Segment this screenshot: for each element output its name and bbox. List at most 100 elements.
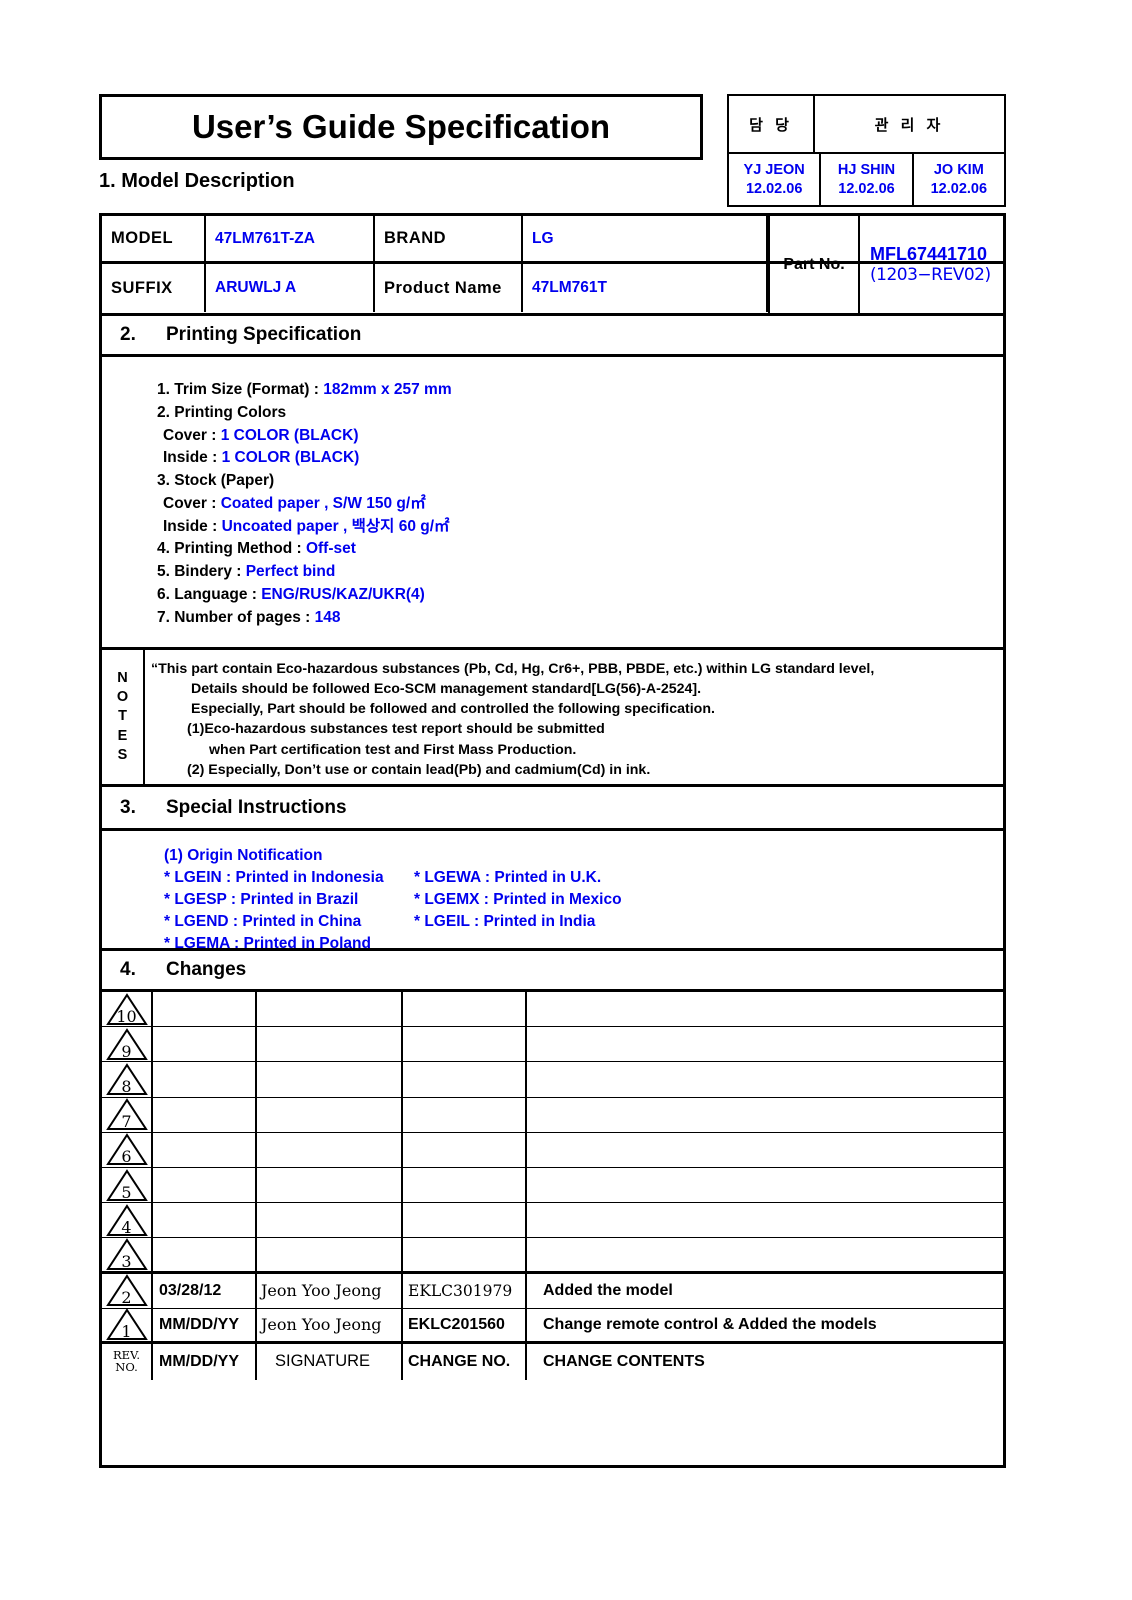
- change-signature: Jeon Yoo Jeong: [257, 1273, 403, 1308]
- table-row: 7: [102, 1097, 1003, 1133]
- brand-value: LG: [532, 229, 554, 247]
- section-2-bar: 2. Printing Specification: [102, 313, 1003, 357]
- origin-right: * LGEIL : Printed in India: [414, 913, 596, 930]
- origin-left: * LGEND : Printed in China: [164, 913, 362, 930]
- change-contents: [527, 1062, 1003, 1096]
- change-contents: [527, 1238, 1003, 1270]
- revision-marker-cell: 7: [102, 1097, 153, 1132]
- change-signature: [257, 1027, 403, 1062]
- change-number: EKLC201560: [403, 1308, 527, 1341]
- notes-line-1: Details should be followed Eco-SCM manag…: [191, 681, 702, 698]
- header-date: MM/DD/YY: [153, 1343, 257, 1380]
- spec-item-1: 2. Printing Colors: [157, 402, 1003, 425]
- revision-number: 7: [121, 1112, 132, 1132]
- product-name-value: 47LM761T: [532, 279, 607, 296]
- revision-number: 3: [121, 1251, 132, 1271]
- model-label-cell: MODEL: [102, 216, 206, 261]
- spec-item-4: 3. Stock (Paper): [157, 470, 1003, 493]
- change-number: [403, 1238, 527, 1271]
- change-contents: Added the model: [543, 1281, 673, 1299]
- origin-row-0: * LGEIN : Printed in Indonesia * LGEWA :…: [164, 867, 1003, 889]
- revision-number: 4: [121, 1217, 132, 1237]
- document-title-box: User’s Guide Specification: [99, 94, 703, 160]
- section-4-heading: Changes: [166, 959, 247, 980]
- change-date: [153, 1167, 257, 1203]
- origin-notification-subheading: (1) Origin Notification: [164, 847, 323, 864]
- section-2-number: 2.: [120, 324, 136, 345]
- revision-triangle-icon: 9: [105, 1027, 148, 1061]
- change-contents: [527, 1027, 1003, 1061]
- section-3-heading: Special Instructions: [166, 796, 347, 818]
- spec-key: 4. Printing Method :: [157, 540, 306, 558]
- spec-value: Uncoated paper , 백상지 60 g/㎡: [221, 517, 450, 535]
- signer-date: 12.02.06: [930, 180, 988, 197]
- spec-key: 7. Number of pages :: [157, 608, 315, 626]
- notes-block: N O T E S “This part contain Eco-hazardo…: [102, 647, 1003, 787]
- special-instructions-body: (1) Origin Notification * LGEIN : Printe…: [102, 831, 1003, 952]
- revision-number: 1: [121, 1322, 132, 1342]
- change-signature: [257, 1238, 403, 1271]
- change-contents: [527, 1203, 1003, 1237]
- spec-value: Coated paper , S/W 150 g/㎡: [220, 494, 426, 512]
- notes-body: “This part contain Eco-hazardous substan…: [145, 650, 1003, 784]
- notes-letter-4: S: [117, 746, 128, 763]
- approval-signer-1: HJ SHIN 12.02.06: [821, 154, 914, 205]
- notes-line-5: (2) Especially, Don’t use or contain lea…: [187, 761, 651, 778]
- approval-signers-row: YJ JEON 12.02.06 HJ SHIN 12.02.06 JO KIM…: [729, 154, 1004, 205]
- part-no-label: Part No.: [770, 216, 860, 313]
- origin-right: * LGEWA : Printed in U.K.: [414, 869, 602, 886]
- table-row: 2 03/28/12 Jeon Yoo Jeong EKLC301979 Add…: [102, 1273, 1003, 1309]
- revision-triangle-icon: 2: [105, 1274, 148, 1307]
- spec-item-6: Inside : Uncoated paper , 백상지 60 g/㎡: [157, 516, 1003, 539]
- notes-letter-2: T: [118, 708, 127, 725]
- spec-value: Perfect bind: [245, 563, 336, 581]
- revision-marker-cell: 10: [102, 992, 153, 1027]
- revision-marker-cell: 5: [102, 1167, 153, 1203]
- change-signature: [257, 1132, 403, 1167]
- change-number: [403, 1027, 527, 1062]
- table-row: 3: [102, 1238, 1003, 1274]
- notes-label: N O T E S: [102, 650, 145, 784]
- revision-triangle-icon: 8: [105, 1063, 148, 1096]
- spec-key: 3. Stock (Paper): [157, 472, 275, 490]
- table-row: 1 MM/DD/YY Jeon Yoo Jeong EKLC201560 Cha…: [102, 1308, 1003, 1344]
- change-contents: [527, 1133, 1003, 1167]
- spec-item-0: 1. Trim Size (Format) : 182mm x 257 mm: [157, 379, 1003, 402]
- spec-key: 6. Language :: [157, 586, 262, 604]
- origin-left: * LGEIN : Printed in Indonesia: [164, 869, 384, 886]
- spec-key: 1. Trim Size (Format) :: [157, 381, 324, 398]
- page-title: User’s Guide Specification: [191, 108, 611, 145]
- change-date: [153, 1062, 257, 1097]
- revision-triangle-icon: 10: [105, 992, 148, 1026]
- spec-value: ENG/RUS/KAZ/UKR(4): [261, 586, 425, 604]
- notes-letter-3: E: [117, 727, 128, 744]
- spec-key: 5. Bindery :: [157, 563, 246, 581]
- change-signature: [257, 992, 403, 1027]
- change-signature: [257, 1167, 403, 1203]
- change-number: [403, 1132, 527, 1167]
- rev-no-header-cell: REV. NO.: [102, 1343, 153, 1380]
- change-date: 03/28/12: [153, 1273, 257, 1308]
- revision-triangle-icon: 7: [105, 1098, 148, 1132]
- notes-letter-0: N: [117, 670, 128, 687]
- revision-marker-cell: 6: [102, 1132, 153, 1167]
- change-signature: Jeon Yoo Jeong: [257, 1308, 403, 1341]
- revision-marker-cell: 3: [102, 1238, 153, 1271]
- suffix-label: SUFFIX: [111, 278, 173, 297]
- revision-triangle-icon: 5: [105, 1168, 148, 1202]
- spec-item-2: Cover : 1 COLOR (BLACK): [157, 425, 1003, 448]
- revision-number: 10: [116, 1006, 137, 1026]
- approval-col-header-damdang: 담 당: [729, 96, 815, 152]
- changes-table: 10 9 8 7 6 5 4 3 2 03/28/12 Jeon Yoo Jeo…: [102, 992, 1003, 1380]
- rev-no-header: REV. NO.: [102, 1350, 151, 1373]
- change-number: [403, 1097, 527, 1132]
- header-change-no: CHANGE NO.: [403, 1343, 527, 1380]
- change-contents: [527, 992, 1003, 1026]
- change-number: EKLC301979: [403, 1273, 527, 1308]
- section-3-bar: 3. Special Instructions: [102, 787, 1003, 831]
- revision-number: 6: [121, 1147, 132, 1167]
- revision-marker-cell: 1: [102, 1308, 153, 1342]
- change-contents: [527, 1098, 1003, 1132]
- model-value-cell: 47LM761T-ZA: [206, 216, 375, 261]
- signer-date: 12.02.06: [745, 180, 803, 197]
